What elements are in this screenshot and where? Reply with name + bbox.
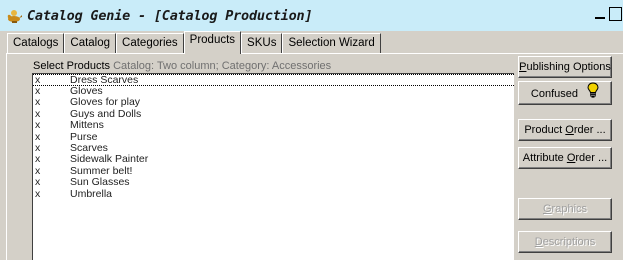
graphics-button[interactable]: Graphics bbox=[518, 198, 612, 220]
product-name: Sidewalk Painter bbox=[70, 153, 149, 166]
selection-mark: x bbox=[35, 74, 41, 86]
product-name: Purse bbox=[70, 130, 98, 143]
lightbulb-icon bbox=[587, 82, 599, 106]
selection-mark: x bbox=[35, 85, 41, 97]
minimize-button[interactable] bbox=[595, 7, 605, 19]
selection-mark: x bbox=[35, 153, 41, 166]
product-name: Dress Scarves bbox=[70, 74, 139, 86]
product-list[interactable]: x Dress Scarves x Gloves x Gloves for play … bbox=[32, 73, 514, 260]
select-context: Catalog: Two column; Category: Accessori… bbox=[113, 60, 332, 72]
tab-strip: Catalogs Catalog Categories Products SKU… bbox=[7, 31, 381, 54]
product-name: Guys and Dolls bbox=[70, 107, 142, 120]
selection-mark: x bbox=[35, 176, 41, 189]
selection-mark: x bbox=[35, 119, 41, 132]
confused-button[interactable]: Confused bbox=[518, 81, 612, 105]
product-name: Mittens bbox=[70, 119, 104, 132]
maximize-button[interactable] bbox=[609, 7, 622, 21]
tab-skus[interactable]: SKUs bbox=[241, 33, 283, 54]
selection-mark: x bbox=[35, 187, 41, 200]
window-controls bbox=[595, 7, 622, 21]
title-bar[interactable]: Catalog Genie - [Catalog Production] bbox=[0, 0, 623, 31]
product-name: Gloves for play bbox=[70, 96, 141, 109]
list-item[interactable]: x Sun Glasses bbox=[33, 177, 514, 188]
select-products-label: Select Products Catalog: Two column; Cat… bbox=[33, 60, 331, 72]
product-order-button[interactable]: Product Order ... bbox=[518, 119, 612, 141]
attribute-order-button[interactable]: Attribute Order ... bbox=[518, 147, 612, 169]
selection-mark: x bbox=[35, 130, 41, 143]
product-name: Summer belt! bbox=[70, 164, 133, 177]
list-item[interactable]: x Guys and Dolls bbox=[33, 107, 514, 120]
confused-label: Confused bbox=[530, 87, 579, 100]
select-title: Select Products bbox=[33, 60, 111, 72]
selection-mark: x bbox=[35, 141, 41, 154]
selection-mark: x bbox=[35, 96, 41, 109]
list-item[interactable]: x Umbrella bbox=[33, 187, 514, 200]
tab-catalog[interactable]: Catalog bbox=[64, 33, 117, 54]
list-item[interactable]: x Mittens bbox=[33, 120, 514, 131]
tab-categories[interactable]: Categories bbox=[116, 33, 184, 54]
descriptions-button[interactable]: Descriptions bbox=[518, 231, 612, 253]
product-name: Scarves bbox=[70, 141, 108, 154]
window-title: Catalog Genie - [Catalog Production] bbox=[27, 7, 313, 24]
selection-mark: x bbox=[35, 164, 41, 177]
product-name: Umbrella bbox=[70, 187, 113, 200]
tab-selection-wizard[interactable]: Selection Wizard bbox=[282, 33, 381, 54]
list-item[interactable]: x Dress Scarves bbox=[33, 74, 514, 86]
product-name: Sun Glasses bbox=[70, 176, 130, 189]
tab-catalogs[interactable]: Catalogs bbox=[7, 33, 65, 54]
publishing-options-button[interactable]: Publishing Options bbox=[518, 56, 612, 78]
selection-mark: x bbox=[35, 107, 41, 120]
genie-lamp-icon bbox=[7, 8, 23, 24]
tab-products[interactable]: Products bbox=[183, 31, 242, 54]
product-name: Gloves bbox=[70, 85, 103, 97]
